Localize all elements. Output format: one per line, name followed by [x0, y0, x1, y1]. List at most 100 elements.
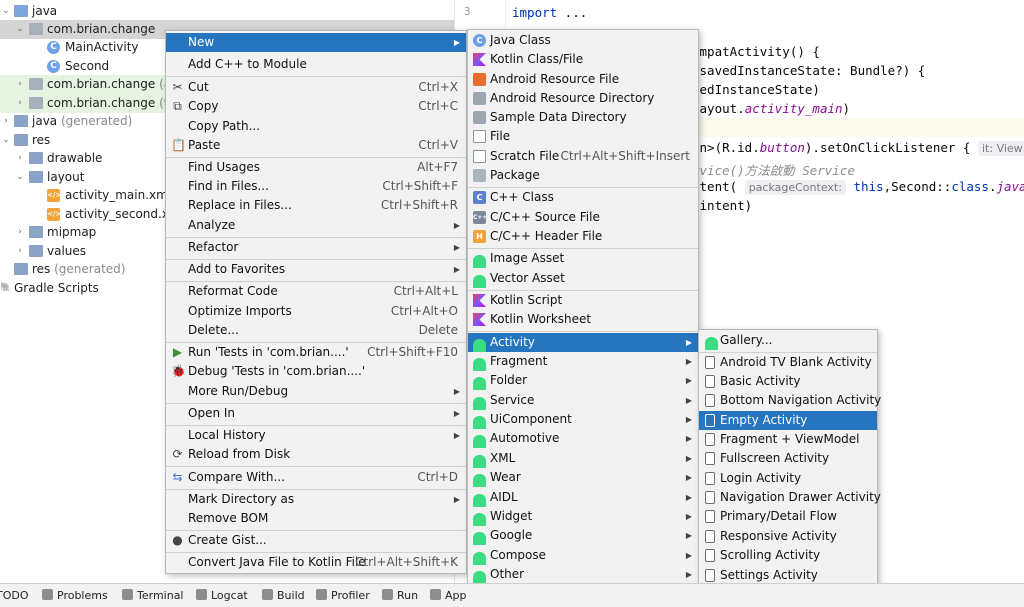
menu-item-convert-java-file-to-kotlin-file[interactable]: Convert Java File to Kotlin File Ctrl+Alt… — [166, 553, 466, 572]
new-item-java-class[interactable]: C Java Class — [468, 31, 698, 50]
tool-window-app[interactable]: App — [430, 589, 467, 602]
menu-item-replace-in-files[interactable]: Replace in Files... Ctrl+Shift+R — [166, 196, 466, 215]
folder-icon — [14, 134, 28, 146]
new-item-scratch-file[interactable]: Scratch File Ctrl+Alt+Shift+Insert — [468, 147, 698, 166]
activity-item-navigation-drawer-activity[interactable]: Navigation Drawer Activity — [699, 488, 881, 507]
activity-item-bottom-navigation-activity[interactable]: Bottom Navigation Activity — [699, 391, 881, 410]
menu-item-add-c-to-module[interactable]: Add C++ to Module — [166, 55, 466, 74]
new-item-kotlin-worksheet[interactable]: Kotlin Worksheet — [468, 310, 698, 329]
new-item-automotive[interactable]: Automotive ▶ — [468, 429, 698, 448]
activity-template-icon — [705, 394, 715, 407]
tool-window-build[interactable]: Build — [262, 589, 305, 602]
menu-item-mark-directory-as[interactable]: Mark Directory as ▶ — [166, 490, 466, 509]
new-item-compose[interactable]: Compose ▶ — [468, 546, 698, 565]
chevron-right-icon[interactable]: › — [0, 112, 12, 131]
menu-item-shortcut: Ctrl+C — [418, 99, 458, 113]
new-item-aidl[interactable]: AIDL ▶ — [468, 488, 698, 507]
tool-window-run[interactable]: Run — [382, 589, 418, 602]
activity-item-login-activity[interactable]: Login Activity — [699, 469, 877, 488]
debug-icon: 🐞 — [171, 364, 186, 378]
new-item-folder[interactable]: Folder ▶ — [468, 371, 698, 390]
menu-item-label: Convert Java File to Kotlin File — [188, 555, 366, 569]
new-item-fragment[interactable]: Fragment ▶ — [468, 352, 698, 371]
menu-item-refactor[interactable]: Refactor ▶ — [166, 238, 466, 257]
chevron-right-icon[interactable]: › — [14, 223, 26, 242]
menu-item-new[interactable]: New ▶ — [166, 33, 466, 52]
activity-item-gallery[interactable]: Gallery... — [699, 331, 877, 350]
chevron-right-icon[interactable]: › — [14, 94, 26, 113]
menu-item-more-run-debug[interactable]: More Run/Debug ▶ — [166, 382, 466, 401]
chevron-down-icon[interactable]: ⌄ — [0, 2, 12, 21]
activity-item-empty-activity[interactable]: Empty Activity — [699, 411, 877, 430]
menu-item-label: Copy Path... — [188, 119, 261, 133]
menu-item-copy[interactable]: ⧉ Copy Ctrl+C — [166, 97, 466, 116]
new-item-file[interactable]: File — [468, 127, 698, 146]
activity-item-basic-activity[interactable]: Basic Activity — [699, 372, 877, 391]
activity-item-responsive-activity[interactable]: Responsive Activity — [699, 527, 877, 546]
menu-item-cut[interactable]: ✂ Cut Ctrl+X — [166, 78, 466, 97]
menu-item-debug-tests-in-com-brian[interactable]: 🐞 Debug 'Tests in 'com.brian....' — [166, 362, 466, 381]
menu-item-copy-path[interactable]: Copy Path... — [166, 117, 466, 136]
chevron-down-icon[interactable]: ⌄ — [14, 20, 26, 39]
menu-item-remove-bom[interactable]: Remove BOM — [166, 509, 466, 528]
menu-separator — [166, 76, 466, 77]
tool-window-todo[interactable]: TODO — [0, 589, 29, 602]
new-item-activity[interactable]: Activity ▶ — [468, 333, 698, 352]
new-item-service[interactable]: Service ▶ — [468, 391, 698, 410]
menu-item-open-in[interactable]: Open In ▶ — [166, 404, 466, 423]
chevron-down-icon[interactable]: ⌄ — [14, 168, 26, 187]
menu-item-find-usages[interactable]: Find Usages Alt+F7 — [166, 158, 466, 177]
activity-item-primary-detail-flow[interactable]: Primary/Detail Flow — [699, 507, 877, 526]
tool-window-profiler[interactable]: Profiler — [316, 589, 370, 602]
new-item-xml[interactable]: XML ▶ — [468, 449, 698, 468]
menu-item-paste[interactable]: 📋 Paste Ctrl+V — [166, 136, 466, 155]
activity-item-scrolling-activity[interactable]: Scrolling Activity — [699, 546, 877, 565]
menu-item-add-to-favorites[interactable]: Add to Favorites ▶ — [166, 260, 466, 279]
menu-item-label: Package — [490, 168, 540, 182]
activity-item-fullscreen-activity[interactable]: Fullscreen Activity — [699, 449, 877, 468]
new-item-image-asset[interactable]: Image Asset — [468, 249, 698, 268]
new-item-uicomponent[interactable]: UiComponent ▶ — [468, 410, 698, 429]
new-item-other[interactable]: Other ▶ — [468, 565, 698, 584]
new-item-android-resource-directory[interactable]: Android Resource Directory — [468, 89, 698, 108]
new-item-c-c-header-file[interactable]: H C/C++ Header File — [468, 227, 698, 246]
chevron-right-icon[interactable]: › — [14, 242, 26, 261]
menu-item-compare-with[interactable]: ⇆ Compare With... Ctrl+D — [166, 468, 466, 487]
file-icon — [473, 130, 486, 143]
new-item-vector-asset[interactable]: Vector Asset — [468, 269, 698, 288]
profiler-icon — [316, 589, 327, 600]
new-item-google[interactable]: Google ▶ — [468, 526, 698, 545]
new-item-kotlin-script[interactable]: Kotlin Script — [468, 291, 698, 310]
submenu-arrow-icon: ▶ — [685, 570, 692, 579]
menu-item-local-history[interactable]: Local History ▶ — [166, 426, 466, 445]
menu-item-label: Bottom Navigation Activity — [720, 393, 882, 407]
activity-item-android-tv-blank-activity[interactable]: Android TV Blank Activity — [699, 353, 877, 372]
menu-item-label: File — [490, 129, 511, 143]
menu-item-reformat-code[interactable]: Reformat Code Ctrl+Alt+L — [166, 282, 466, 301]
menu-item-analyze[interactable]: Analyze ▶ — [166, 216, 466, 235]
new-item-package[interactable]: Package — [468, 166, 698, 185]
menu-item-find-in-files[interactable]: Find in Files... Ctrl+Shift+F — [166, 177, 466, 196]
menu-item-run-tests-in-com-brian[interactable]: ▶ Run 'Tests in 'com.brian....' Ctrl+Shift… — [166, 343, 466, 362]
chevron-right-icon[interactable]: › — [14, 75, 26, 94]
menu-item-create-gist[interactable]: ● Create Gist... — [166, 531, 466, 550]
submenu-arrow-icon: ▶ — [685, 415, 692, 424]
tool-window-terminal[interactable]: Terminal — [122, 589, 184, 602]
new-item-c-c-source-file[interactable]: C++ C/C++ Source File — [468, 208, 698, 227]
new-item-wear[interactable]: Wear ▶ — [468, 468, 698, 487]
tool-window-logcat[interactable]: Logcat — [196, 589, 248, 602]
new-item-widget[interactable]: Widget ▶ — [468, 507, 698, 526]
new-item-android-resource-file[interactable]: Android Resource File — [468, 70, 698, 89]
activity-item-fragment-viewmodel[interactable]: Fragment + ViewModel — [699, 430, 877, 449]
menu-item-delete[interactable]: Delete... Delete — [166, 321, 466, 340]
new-item-kotlin-class-file[interactable]: Kotlin Class/File — [468, 50, 698, 69]
tool-window-problems[interactable]: Problems — [42, 589, 108, 602]
chevron-right-icon[interactable]: › — [14, 149, 26, 168]
chevron-down-icon[interactable]: ⌄ — [0, 131, 12, 150]
menu-item-optimize-imports[interactable]: Optimize Imports Ctrl+Alt+O — [166, 302, 466, 321]
menu-item-reload-from-disk[interactable]: ⟳ Reload from Disk — [166, 445, 466, 464]
new-item-sample-data-directory[interactable]: Sample Data Directory — [468, 108, 698, 127]
code-line: ompatActivity() { — [692, 44, 820, 59]
new-item-c-class[interactable]: C C++ Class — [468, 188, 698, 207]
tree-item-java[interactable]: ⌄ java — [0, 2, 454, 21]
